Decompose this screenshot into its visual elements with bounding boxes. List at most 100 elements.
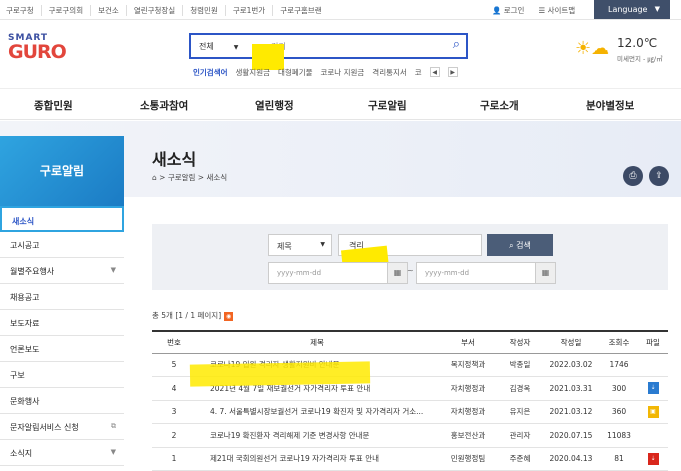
search-category-select[interactable]: 전체 ▼ (199, 41, 238, 52)
nav-item[interactable]: 소통과참여 (140, 98, 188, 113)
chevron-down-icon: ▼ (110, 448, 116, 456)
table-header: 번호 제목 부서 작성자 작성일 조회수 파일 (152, 330, 668, 354)
side-nav-item[interactable]: 구보 (0, 362, 124, 388)
row-date: 2020.04.13 (542, 447, 600, 471)
row-date: 2021.03.12 (542, 400, 600, 424)
nav-item[interactable]: 종합민원 (34, 98, 73, 113)
temperature: 12.0℃ (617, 36, 658, 50)
row-views: 11083 (600, 423, 638, 448)
row-number: 2 (152, 423, 196, 448)
table-row[interactable]: 1 제21대 국회의원선거 코로나19 자가격리자 투표 안내 민원행정팀 주준… (152, 447, 668, 471)
chevron-left-icon[interactable]: ◀ (429, 67, 440, 77)
top-link[interactable]: 구로1번가 (226, 5, 274, 16)
login-label: 로그인 (503, 6, 525, 15)
side-nav-item[interactable]: 새소식 (0, 206, 124, 232)
chevron-down-icon: ▼ (233, 44, 239, 51)
top-link[interactable]: 열린구청장실 (127, 5, 184, 16)
keyword-item[interactable]: 격리통지서 (372, 67, 407, 78)
filter-search-label: 검색 (516, 241, 531, 250)
site-logo[interactable]: SMART GURO (8, 33, 68, 73)
keyword-item[interactable]: 생활지원금 (236, 67, 271, 78)
top-link[interactable]: 청렴민원 (183, 5, 226, 16)
zip-file-icon[interactable]: ▣ (647, 405, 659, 418)
side-nav-item[interactable]: 소식지 ▼ (0, 440, 124, 466)
chevron-right-icon[interactable]: ▶ (447, 67, 458, 77)
logo-guro-text: GURO (8, 41, 67, 63)
row-dept: 민원행정팀 (438, 447, 498, 471)
table-row[interactable]: 2 코로나19 확진환자 격리해제 기준 변경사항 안내문 홍보전산과 관리자 … (152, 423, 668, 448)
row-number: 1 (152, 447, 196, 471)
nav-item[interactable]: 구로소개 (480, 98, 519, 113)
rss-icon[interactable]: ◉ (224, 311, 234, 321)
top-link[interactable]: 보건소 (91, 5, 127, 16)
calendar-icon[interactable]: ▦ (387, 263, 407, 283)
user-icon: 👤 (492, 6, 502, 15)
row-views: 300 (600, 376, 638, 401)
side-nav-item[interactable]: 고시공고 (0, 232, 124, 258)
row-author: 박종일 (498, 353, 542, 377)
column-header: 부서 (438, 330, 498, 354)
keyword-item[interactable]: 코로나 지원금 (321, 67, 365, 78)
menu-icon: ☰ (538, 6, 546, 15)
row-author: 유지은 (498, 400, 542, 424)
sitemap-label: 사이트맵 (547, 6, 576, 15)
row-dept: 자치행정과 (438, 400, 498, 424)
side-nav-item[interactable]: 채용공고 (0, 284, 124, 310)
top-link[interactable]: 구로구의회 (42, 5, 92, 16)
language-button[interactable]: Language ▼ (594, 0, 670, 19)
row-title-link[interactable]: 4. 7. 서울특별시장보궐선거 코로나19 확진자 및 자가격리자 거소... (196, 400, 438, 424)
popular-keywords: 인기검색어 생활지원금 대형폐기물 코로나 지원금 격리통지서 코 ◀ ▶ (193, 67, 458, 78)
calendar-icon[interactable]: ▦ (535, 263, 555, 283)
pdf-file-icon[interactable]: ⇣ (647, 452, 659, 465)
print-icon[interactable]: ⎙ (623, 166, 643, 186)
side-nav-item[interactable]: 월별주요행사 ▼ (0, 258, 124, 284)
side-title: 구로알림 (0, 136, 124, 206)
row-dept: 복지정책과 (438, 353, 498, 377)
side-nav-label: 문자알림서비스 신청 (10, 423, 79, 432)
nav-item[interactable]: 구로알림 (368, 98, 407, 113)
row-author: 주준혜 (498, 447, 542, 471)
field-select[interactable]: 제목 ▼ (268, 234, 332, 256)
top-link[interactable]: 구로구청 (6, 5, 42, 16)
language-label: Language (608, 5, 648, 14)
column-header: 작성일 (542, 330, 600, 354)
nav-item[interactable]: 분야별정보 (586, 98, 634, 113)
sitemap-link[interactable]: ☰ 사이트맵 (538, 5, 575, 16)
row-file (638, 423, 668, 448)
side-nav-item[interactable]: 문화행사 (0, 388, 124, 414)
dust-level: 미세먼지 - ㎍/㎥ (617, 55, 663, 63)
search-icon[interactable]: ⌕ (453, 37, 460, 52)
side-nav-item[interactable]: 문자알림서비스 신청 ⧉ (0, 414, 124, 440)
share-icon[interactable]: ⇪ (649, 166, 669, 186)
column-header: 번호 (152, 330, 196, 354)
side-nav-item[interactable]: 보도자료 (0, 310, 124, 336)
start-date-field[interactable]: yyyy-mm-dd ▦ (268, 262, 408, 284)
row-title-link[interactable]: 제21대 국회의원선거 코로나19 자가격리자 투표 안내 (196, 447, 438, 471)
row-dept: 홍보전산과 (438, 423, 498, 448)
keyword-item[interactable]: 코 (415, 67, 422, 78)
keyword-item[interactable]: 대형폐기물 (278, 67, 313, 78)
highlight-mark (189, 361, 371, 387)
breadcrumb: ⌂ > 구로알림 > 새소식 (152, 173, 228, 182)
side-nav-label: 월별주요행사 (10, 267, 55, 276)
caret-down-icon: ▼ (654, 5, 660, 13)
row-author: 김경옥 (498, 376, 542, 401)
side-nav-item[interactable]: 언론보도 (0, 336, 124, 362)
hwp-file-icon[interactable]: ⇣ (647, 382, 659, 395)
end-date-field[interactable]: yyyy-mm-dd ▦ (416, 262, 556, 284)
row-date: 2022.03.02 (542, 353, 600, 377)
row-views: 1746 (600, 353, 638, 377)
row-date: 2021.03.31 (542, 376, 600, 401)
nav-item[interactable]: 열린행정 (255, 98, 294, 113)
row-file: ▣ (638, 400, 668, 424)
row-title-link[interactable]: 코로나19 확진환자 격리해제 기준 변경사항 안내문 (196, 423, 438, 448)
table-row[interactable]: 3 4. 7. 서울특별시장보궐선거 코로나19 확진자 및 자가격리자 거소.… (152, 400, 668, 424)
row-views: 360 (600, 400, 638, 424)
login-link[interactable]: 👤 로그인 (492, 5, 524, 16)
row-date: 2020.07.15 (542, 423, 600, 448)
top-bar: 구로구청 구로구의회 보건소 열린구청장실 청렴민원 구로1번가 구로구홈브랜 … (0, 0, 681, 20)
board-table: 번호 제목 부서 작성자 작성일 조회수 파일 5 코로나19 입원 격리자 생… (152, 330, 668, 471)
filter-search-button[interactable]: ⌕ 검색 (487, 234, 553, 256)
external-link-icon: ⧉ (111, 422, 116, 430)
top-link[interactable]: 구로구홈브랜 (273, 5, 328, 16)
